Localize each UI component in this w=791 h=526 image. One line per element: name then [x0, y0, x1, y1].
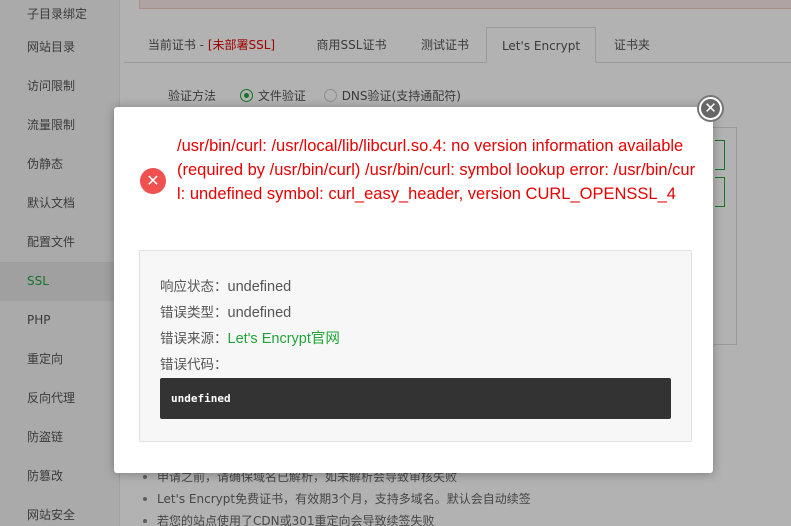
error-type-label: 错误类型：	[160, 305, 228, 321]
error-code-row: 错误代码：	[160, 353, 228, 373]
close-icon: ✕	[701, 99, 720, 118]
error-type-row: 错误类型：undefined	[160, 301, 291, 321]
error-type-value: undefined	[227, 305, 292, 321]
error-code-block: undefined	[160, 378, 671, 419]
error-source-row: 错误来源：Let's Encrypt官网	[160, 327, 340, 348]
response-status-row: 响应状态：undefined	[160, 275, 291, 295]
close-dialog-button[interactable]: ✕	[697, 95, 724, 122]
error-dialog: ✕ /usr/bin/curl: /usr/local/lib/libcurl.…	[114, 107, 713, 473]
response-status-label: 响应状态：	[160, 279, 228, 295]
error-source-label: 错误来源：	[160, 331, 228, 347]
error-detail-panel: 响应状态：undefined 错误类型：undefined 错误来源：Let's…	[139, 250, 692, 442]
error-icon: ✕	[140, 168, 166, 194]
error-code-label: 错误代码：	[160, 357, 228, 373]
error-message: /usr/bin/curl: /usr/local/lib/libcurl.so…	[177, 137, 696, 203]
response-status-value: undefined	[227, 279, 292, 295]
error-source-link[interactable]: Let's Encrypt官网	[228, 331, 340, 347]
